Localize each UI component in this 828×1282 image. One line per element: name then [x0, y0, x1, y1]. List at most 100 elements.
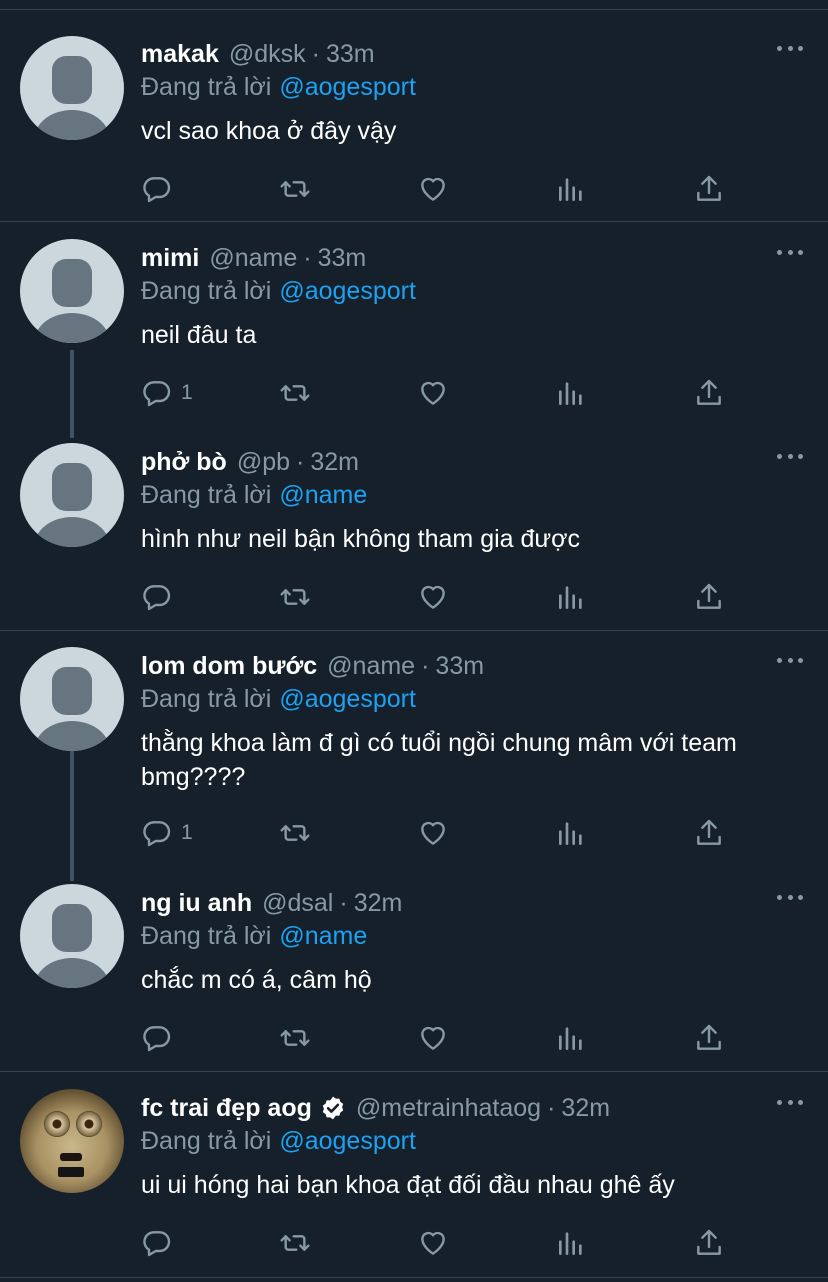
more-icon[interactable] — [772, 885, 808, 909]
analytics-button[interactable] — [555, 1227, 587, 1259]
retweet-button[interactable] — [279, 173, 311, 205]
mention-link[interactable]: @aogesport — [279, 277, 416, 306]
more-icon[interactable] — [772, 444, 808, 468]
user-handle[interactable]: @name — [327, 652, 415, 681]
share-button[interactable] — [693, 173, 725, 205]
share-button[interactable] — [693, 581, 725, 613]
mention-link[interactable]: @name — [279, 922, 367, 951]
tweet[interactable]: lom dom bước @name · 33m Đang trả lời @a… — [0, 631, 828, 881]
share-button[interactable] — [693, 377, 725, 409]
reply-icon — [143, 821, 171, 847]
analytics-button[interactable] — [555, 581, 587, 613]
tweet-text: hình như neil bận không tham gia được — [141, 525, 581, 553]
share-button[interactable] — [693, 817, 725, 849]
analytics-button[interactable] — [555, 377, 587, 409]
reply-button[interactable] — [141, 1227, 181, 1259]
like-button[interactable] — [417, 377, 449, 409]
display-name[interactable]: fc trai đẹp aog — [141, 1094, 312, 1123]
reply-icon — [143, 381, 171, 407]
like-button[interactable] — [417, 1022, 449, 1054]
mention-link[interactable]: @aogesport — [279, 685, 416, 714]
timestamp[interactable]: 33m — [435, 652, 484, 681]
tweet-header: phở bò @pb · 32m — [141, 447, 359, 477]
timestamp[interactable]: 33m — [318, 244, 367, 273]
heart-icon — [421, 1231, 445, 1255]
heart-icon — [421, 585, 445, 609]
retweet-button[interactable] — [279, 1022, 311, 1054]
avatar[interactable] — [20, 36, 124, 140]
more-icon[interactable] — [772, 648, 808, 672]
avatar[interactable] — [20, 1089, 124, 1193]
more-icon[interactable] — [772, 36, 808, 60]
user-handle[interactable]: @dsal — [262, 889, 333, 918]
mention-link[interactable]: @aogesport — [279, 1127, 416, 1156]
reply-button[interactable] — [141, 1022, 181, 1054]
tweet[interactable]: mimi @name · 33m Đang trả lời @aogesport… — [0, 222, 828, 438]
retweet-icon — [280, 181, 310, 197]
share-button[interactable] — [693, 1227, 725, 1259]
user-handle[interactable]: @pb — [237, 448, 290, 477]
user-handle[interactable]: @metrainhataog — [356, 1094, 541, 1123]
tweet[interactable]: fc trai đẹp aog @metrainhataog · 32m Đan… — [0, 1072, 828, 1278]
user-handle[interactable]: @dksk — [229, 40, 306, 69]
retweet-icon — [280, 385, 310, 401]
timestamp[interactable]: 32m — [354, 889, 403, 918]
thread-connector — [70, 350, 74, 438]
timestamp[interactable]: 32m — [561, 1094, 610, 1123]
reply-count: 1 — [181, 381, 193, 404]
analytics-icon — [559, 178, 582, 201]
analytics-button[interactable] — [555, 173, 587, 205]
reply-button[interactable]: 1 — [141, 377, 193, 409]
retweet-button[interactable] — [279, 581, 311, 613]
avatar[interactable] — [20, 647, 124, 751]
analytics-button[interactable] — [555, 1022, 587, 1054]
tweet[interactable]: makak @dksk · 33m Đang trả lời @aogespor… — [0, 11, 828, 222]
reply-button[interactable] — [141, 581, 181, 613]
retweet-button[interactable] — [279, 817, 311, 849]
analytics-icon — [559, 382, 582, 405]
tweet-text: neil đâu ta — [141, 321, 257, 349]
like-button[interactable] — [417, 1227, 449, 1259]
like-button[interactable] — [417, 173, 449, 205]
avatar[interactable] — [20, 239, 124, 343]
reply-count: 1 — [181, 821, 193, 844]
like-button[interactable] — [417, 581, 449, 613]
tweet[interactable]: ng iu anh @dsal · 32m Đang trả lời @name… — [0, 868, 828, 1072]
replying-to: Đang trả lời @aogesport — [141, 682, 808, 716]
reply-icon — [143, 585, 171, 611]
display-name[interactable]: mimi — [141, 244, 199, 273]
display-name[interactable]: ng iu anh — [141, 889, 252, 918]
display-name[interactable]: lom dom bước — [141, 652, 317, 681]
user-handle[interactable]: @name — [209, 244, 297, 273]
replying-to-label: Đang trả lời — [141, 684, 272, 713]
reply-feed: makak @dksk · 33m Đang trả lời @aogespor… — [0, 11, 828, 1278]
more-icon[interactable] — [772, 240, 808, 264]
replying-to: Đang trả lời @aogesport — [141, 274, 808, 308]
tweet-header: ng iu anh @dsal · 32m — [141, 888, 403, 918]
replying-to-label: Đang trả lời — [141, 276, 272, 305]
timestamp[interactable]: 33m — [326, 40, 375, 69]
display-name[interactable]: phở bò — [141, 448, 227, 477]
mention-link[interactable]: @name — [279, 481, 367, 510]
retweet-button[interactable] — [279, 1227, 311, 1259]
avatar[interactable] — [20, 443, 124, 547]
analytics-icon — [559, 1232, 582, 1255]
tweet-header: mimi @name · 33m — [141, 243, 367, 273]
reply-icon — [143, 1026, 171, 1052]
mention-link[interactable]: @aogesport — [279, 73, 416, 102]
more-icon[interactable] — [772, 1090, 808, 1114]
tweet-header: makak @dksk · 33m — [141, 39, 375, 69]
retweet-icon — [280, 1235, 310, 1251]
avatar[interactable] — [20, 884, 124, 988]
reply-button[interactable]: 1 — [141, 817, 193, 849]
retweet-button[interactable] — [279, 377, 311, 409]
tweet[interactable]: phở bò @pb · 32m Đang trả lời @name hình… — [0, 426, 828, 631]
tweet-text: chắc m có á, câm hộ — [141, 966, 372, 994]
reply-button[interactable] — [141, 173, 181, 205]
reply-icon — [143, 177, 171, 203]
like-button[interactable] — [417, 817, 449, 849]
display-name[interactable]: makak — [141, 40, 219, 69]
analytics-button[interactable] — [555, 817, 587, 849]
share-button[interactable] — [693, 1022, 725, 1054]
timestamp[interactable]: 32m — [310, 448, 359, 477]
